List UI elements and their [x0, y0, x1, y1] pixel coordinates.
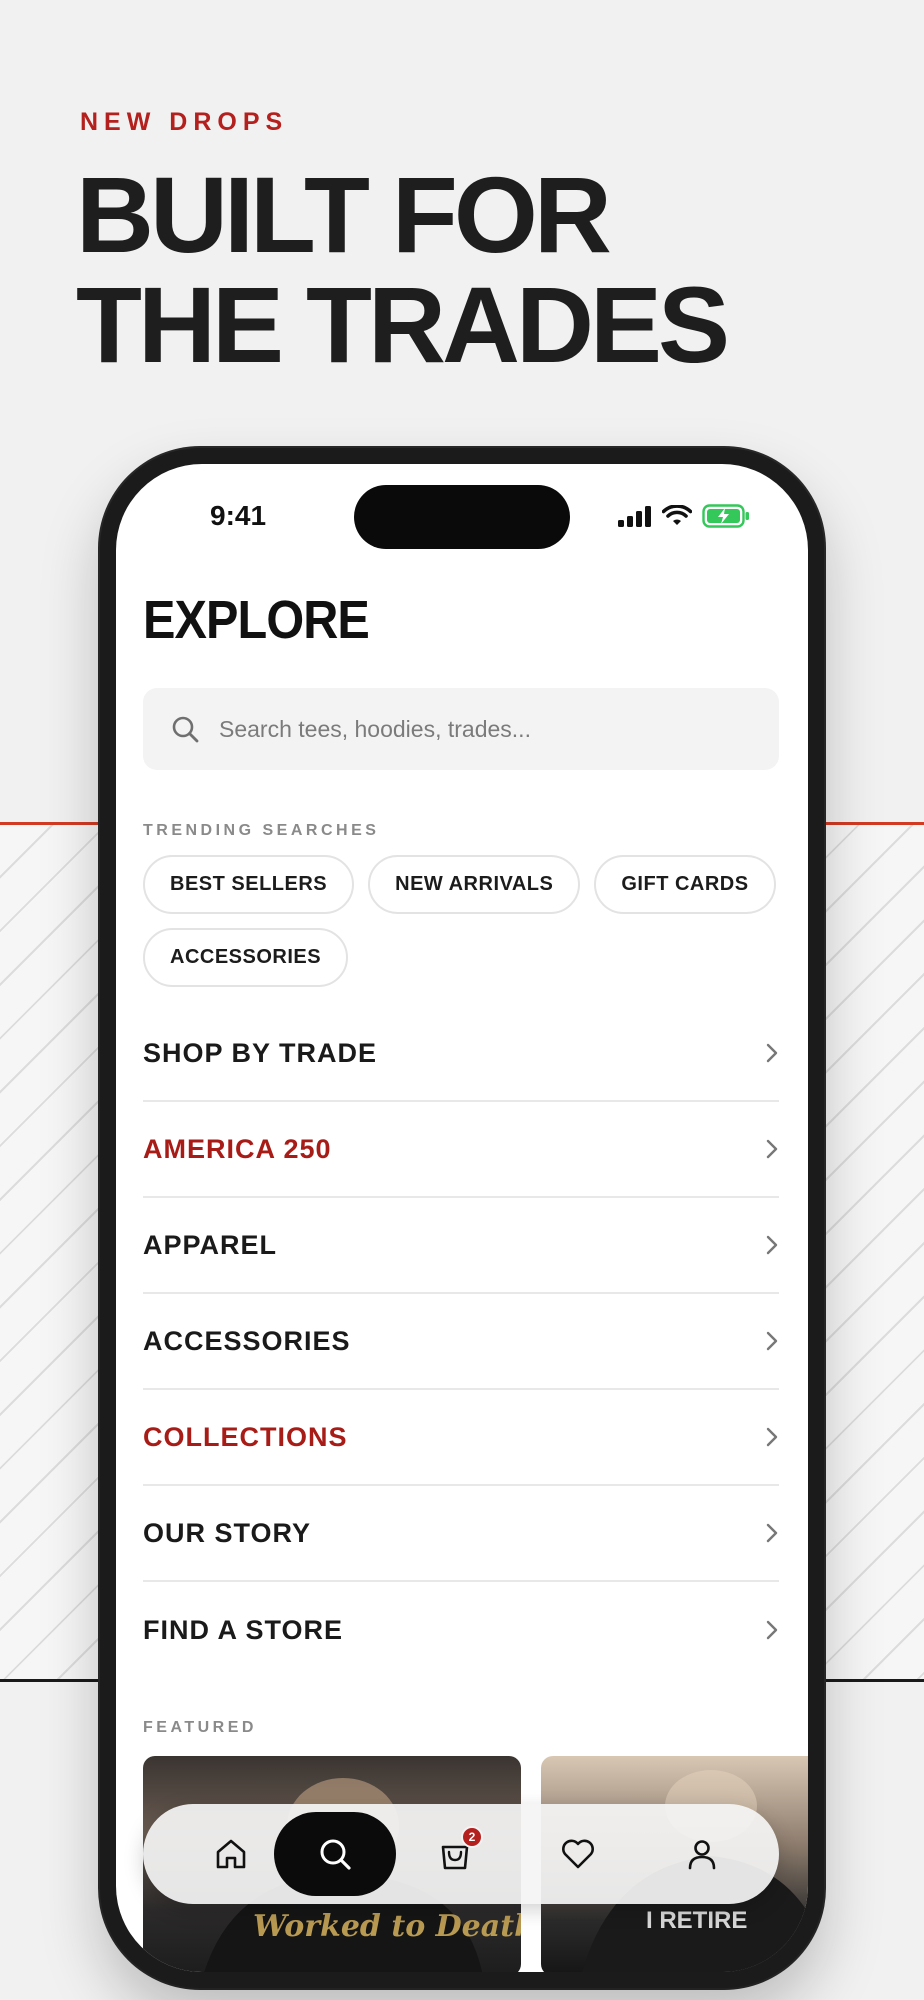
dynamic-island — [354, 485, 570, 549]
menu-item-find-a-store[interactable]: FIND A STORE — [143, 1582, 779, 1678]
menu-item-label: COLLECTIONS — [143, 1421, 348, 1452]
cart-count-badge: 2 — [461, 1826, 483, 1848]
menu-item-collections[interactable]: COLLECTIONS — [143, 1390, 779, 1486]
search-placeholder: Search tees, hoodies, trades... — [219, 715, 531, 742]
tab-account[interactable] — [666, 1818, 738, 1890]
chevron-right-icon — [766, 1331, 778, 1351]
menu-item-label: APPAREL — [143, 1229, 278, 1260]
chip-new-arrivals[interactable]: NEW ARRIVALS — [368, 855, 581, 914]
featured-card-print: Worked to Death — [253, 1909, 521, 1944]
chevron-right-icon — [766, 1235, 778, 1255]
phone-frame: 9:41 EXPLORE Search tees, hoodies, trade… — [100, 448, 824, 1988]
chevron-right-icon — [766, 1620, 778, 1640]
search-icon — [320, 1839, 351, 1870]
wifi-icon — [662, 505, 692, 525]
menu-item-label: OUR STORY — [143, 1517, 312, 1548]
promo-headline: BUILT FOR THE TRADES — [76, 154, 730, 385]
chip-best-sellers[interactable]: BEST SELLERS — [143, 855, 355, 914]
menu-item-label: ACCESSORIES — [143, 1325, 351, 1356]
user-icon — [688, 1840, 716, 1870]
home-icon — [216, 1839, 246, 1869]
tab-wishlist[interactable] — [542, 1818, 614, 1890]
promo-headline-line2: THE TRADES — [76, 264, 730, 385]
featured-label: FEATURED — [143, 1719, 257, 1736]
status-time: 9:41 — [210, 500, 267, 531]
promo-headline-line1: BUILT FOR — [76, 154, 612, 275]
page-title: EXPLORE — [143, 590, 370, 650]
menu-item-label: SHOP BY TRADE — [143, 1037, 378, 1068]
status-icons — [618, 504, 750, 528]
featured-card-print: I RETIRE — [646, 1907, 747, 1934]
battery-charging-icon — [702, 504, 749, 528]
menu-item-america-250[interactable]: AMERICA 250 — [143, 1102, 779, 1198]
menu-item-apparel[interactable]: APPAREL — [143, 1198, 779, 1294]
chevron-right-icon — [766, 1043, 778, 1063]
bottom-tab-bar: 2 — [143, 1804, 779, 1904]
chip-gift-cards[interactable]: GIFT CARDS — [594, 855, 776, 914]
menu-item-shop-by-trade[interactable]: SHOP BY TRADE — [143, 1006, 779, 1102]
tab-cart[interactable]: 2 — [419, 1818, 491, 1890]
menu-item-label: AMERICA 250 — [143, 1133, 332, 1164]
chevron-right-icon — [766, 1523, 778, 1543]
tab-home[interactable] — [195, 1818, 267, 1890]
explore-menu: SHOP BY TRADE AMERICA 250 APPAREL ACCESS… — [143, 1006, 779, 1678]
menu-item-our-story[interactable]: OUR STORY — [143, 1486, 779, 1582]
trending-searches-label: TRENDING SEARCHES — [143, 822, 380, 839]
signal-icon — [618, 506, 651, 527]
chevron-right-icon — [766, 1139, 778, 1159]
menu-item-label: FIND A STORE — [143, 1614, 344, 1645]
chevron-right-icon — [766, 1427, 778, 1447]
phone-screen: 9:41 EXPLORE Search tees, hoodies, trade… — [116, 464, 808, 1972]
trending-chips: BEST SELLERS NEW ARRIVALS GIFT CARDS ACC… — [143, 855, 783, 987]
menu-item-accessories[interactable]: ACCESSORIES — [143, 1294, 779, 1390]
heart-icon — [562, 1839, 594, 1869]
search-icon — [172, 716, 199, 743]
search-input[interactable]: Search tees, hoodies, trades... — [143, 688, 779, 770]
promo-eyebrow: NEW DROPS — [80, 108, 289, 136]
chip-accessories[interactable]: ACCESSORIES — [143, 928, 349, 987]
tab-search[interactable] — [274, 1812, 396, 1896]
